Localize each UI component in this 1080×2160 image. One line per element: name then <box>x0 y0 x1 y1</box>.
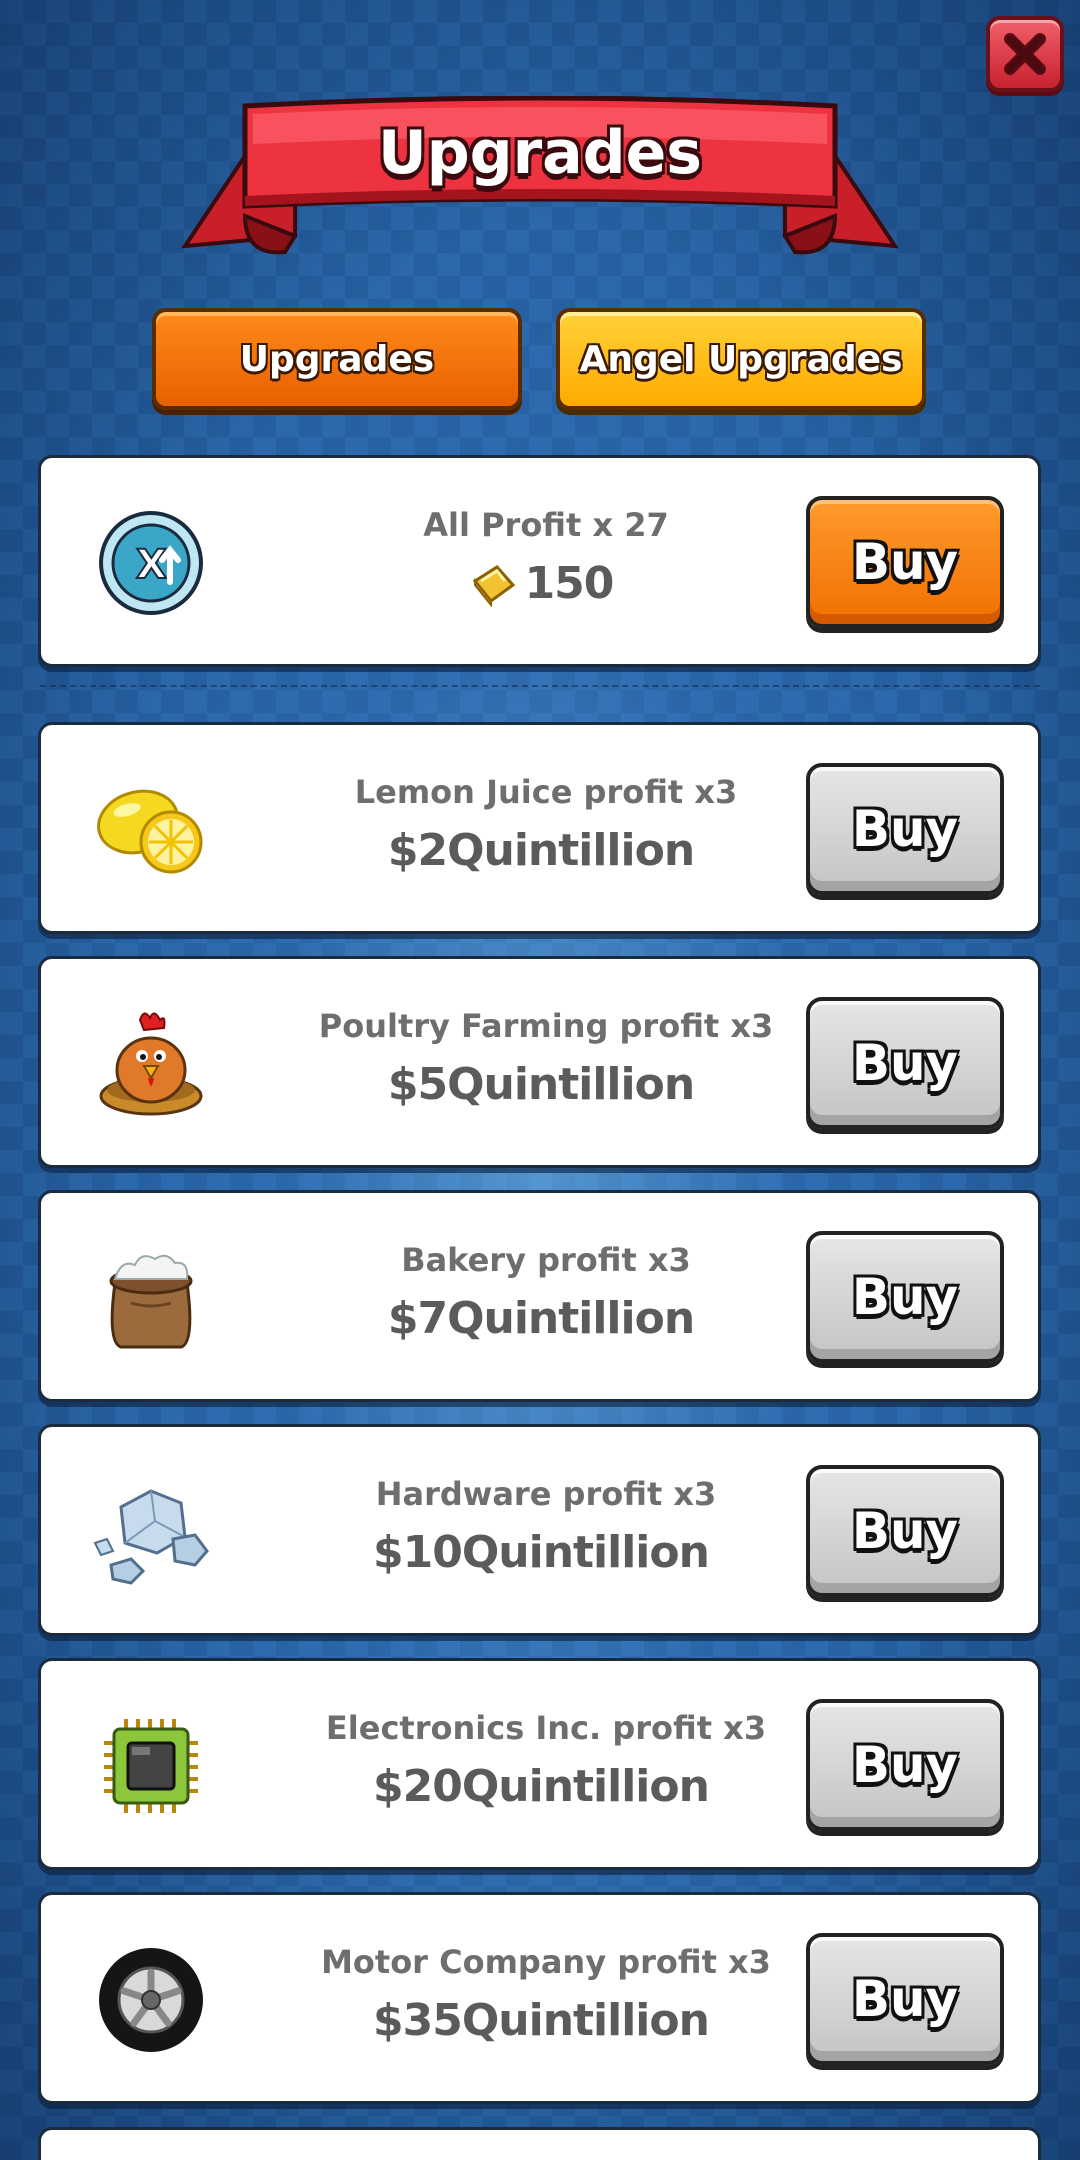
featured-buy-button[interactable]: Buy <box>806 496 1004 628</box>
upgrade-cost: $35Quintillion <box>373 1995 710 2046</box>
featured-upgrade-cost: 150 <box>291 558 791 609</box>
buy-button[interactable]: Buy <box>806 1465 1004 1597</box>
svg-text:X: X <box>136 542 167 588</box>
upgrade-cost: $5Quintillion <box>387 1059 695 1110</box>
tab-angel-upgrades[interactable]: Angel Upgrades <box>556 308 926 410</box>
lemon-icon <box>91 765 211 895</box>
featured-cost-value: 150 <box>524 558 615 609</box>
featured-upgrade-card: X All Profit x 27 150 Buy <box>38 455 1041 667</box>
upgrade-name: Bakery profit x3 <box>401 1241 691 1279</box>
tab-angel-upgrades-label: Angel Upgrades <box>579 338 903 380</box>
tab-upgrades[interactable]: Upgrades <box>152 308 522 410</box>
featured-upgrade-name: All Profit x 27 <box>423 506 669 544</box>
upgrade-name: Motor Company profit x3 <box>321 1943 771 1981</box>
upgrade-card <box>38 2127 1041 2160</box>
page-title: Upgrades <box>377 118 703 188</box>
buy-button[interactable]: Buy <box>806 763 1004 895</box>
upgrade-name: Lemon Juice profit x3 <box>354 773 738 811</box>
tire-icon <box>91 1935 211 2065</box>
upgrade-card: Lemon Juice profit x3 $2Quintillion Buy <box>38 722 1041 934</box>
upgrade-cost: $7Quintillion <box>387 1293 695 1344</box>
multiplier-badge-icon: X <box>91 498 211 628</box>
flour-sack-icon <box>91 1233 211 1363</box>
tab-upgrades-label: Upgrades <box>239 338 435 380</box>
title-banner: Upgrades <box>175 96 905 266</box>
upgrade-card: Motor Company profit x3 $35Quintillion B… <box>38 1892 1041 2104</box>
microchip-icon <box>91 1701 211 1831</box>
upgrade-card: Electronics Inc. profit x3 $20Quintillio… <box>38 1658 1041 1870</box>
chicken-icon <box>91 999 211 1129</box>
upgrade-card: Hardware profit x3 $10Quintillion Buy <box>38 1424 1041 1636</box>
buy-button[interactable]: Buy <box>806 1231 1004 1363</box>
upgrade-cost: $10Quintillion <box>373 1527 710 1578</box>
upgrade-card: Bakery profit x3 $7Quintillion Buy <box>38 1190 1041 1402</box>
ore-rocks-icon <box>91 1467 211 1597</box>
buy-button[interactable]: Buy <box>806 1699 1004 1831</box>
close-button[interactable] <box>986 16 1064 92</box>
upgrade-card: Poultry Farming profit x3 $5Quintillion … <box>38 956 1041 1168</box>
gold-bar-icon <box>472 564 515 607</box>
section-divider <box>40 685 1040 687</box>
upgrade-name: Hardware profit x3 <box>375 1475 717 1513</box>
buy-button[interactable]: Buy <box>806 1933 1004 2065</box>
close-icon <box>1004 33 1046 75</box>
buy-button[interactable]: Buy <box>806 997 1004 1129</box>
upgrade-cost: $2Quintillion <box>387 825 695 876</box>
upgrade-name: Poultry Farming profit x3 <box>318 1007 774 1045</box>
upgrade-name: Electronics Inc. profit x3 <box>325 1709 767 1747</box>
upgrade-cost: $20Quintillion <box>373 1761 710 1812</box>
